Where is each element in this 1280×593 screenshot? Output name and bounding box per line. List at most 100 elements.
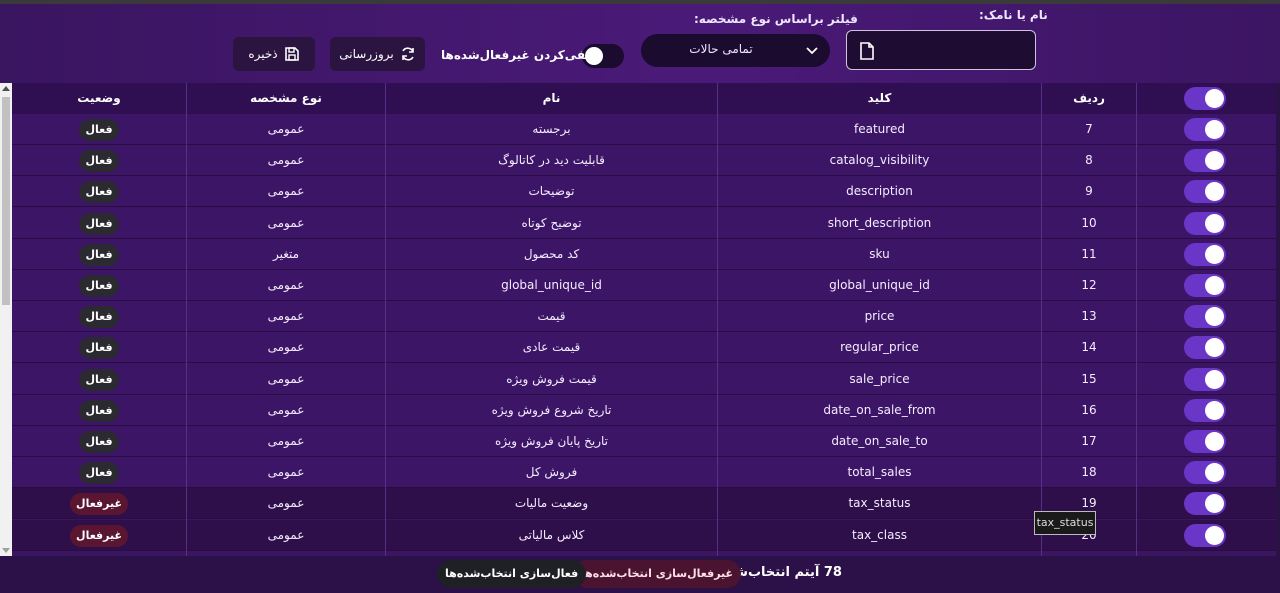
key-cell: tax_status xyxy=(848,496,911,511)
name-cell: global_unique_id xyxy=(501,278,602,292)
table-row[interactable]: فعال عمومی قابلیت دید در کاتالوگ catalog_vi… xyxy=(12,145,1276,177)
status-badge: غیرفعال xyxy=(70,493,128,516)
status-badge: غیرفعال xyxy=(70,524,128,547)
vertical-scrollbar[interactable] xyxy=(0,83,12,556)
row-select-toggle[interactable] xyxy=(1184,367,1226,391)
scroll-thumb[interactable] xyxy=(2,97,10,305)
type-cell: عمومی xyxy=(267,278,305,292)
refresh-label: بروزرسانی xyxy=(339,47,394,61)
type-cell: عمومی xyxy=(267,153,305,168)
key-cell: date_on_sale_to xyxy=(831,434,928,448)
status-badge: فعال xyxy=(79,368,119,391)
column-divider xyxy=(385,83,386,556)
header-key[interactable]: کلید xyxy=(718,83,1041,114)
type-cell: عمومی xyxy=(267,184,305,199)
name-filter-label: نام یا نامک: xyxy=(979,8,1048,22)
column-divider xyxy=(1041,83,1042,556)
toggle-knob xyxy=(1205,432,1224,451)
row-select-toggle[interactable] xyxy=(1184,336,1226,360)
table-row[interactable]: فعال عمومی قیمت price 13 xyxy=(12,301,1276,333)
select-all-toggle[interactable] xyxy=(1184,87,1226,110)
table-row[interactable]: فعال عمومی قیمت عادی regular_price 14 xyxy=(12,332,1276,364)
num-cell: 17 xyxy=(1081,434,1097,448)
save-button[interactable]: ذخیره xyxy=(233,37,315,71)
name-cell: برجسته xyxy=(532,122,571,136)
toggle-knob xyxy=(1205,213,1224,233)
row-select-toggle[interactable] xyxy=(1184,149,1226,173)
table-row[interactable]: فعال عمومی قیمت فروش ویژه sale_price 15 xyxy=(12,363,1276,395)
table-row[interactable]: فعال عمومی تاریخ شروع فروش ویژه date_on_sal… xyxy=(12,394,1276,426)
name-cell: قیمت xyxy=(537,309,566,324)
toolbar: نام یا نامک: فیلتر براساس نوع مشخصه: تما… xyxy=(0,4,1280,83)
refresh-button[interactable]: بروزرسانی xyxy=(330,37,425,71)
attributes-table: وضعیت نوع مشخصه نام کلید ردیف فعال عمومی ب… xyxy=(12,83,1276,556)
table-row[interactable]: فعال متغیر کد محصول sku 11 xyxy=(12,238,1276,270)
header-status[interactable]: وضعیت xyxy=(12,83,186,114)
chevron-down-icon xyxy=(806,47,818,55)
type-cell: عمومی xyxy=(267,402,305,417)
header-name[interactable]: نام xyxy=(386,83,717,114)
row-select-toggle[interactable] xyxy=(1184,274,1226,297)
row-select-toggle[interactable] xyxy=(1184,398,1226,422)
table-row[interactable]: فعال عمومی توضیحات description 9 xyxy=(12,176,1276,208)
row-select-toggle[interactable] xyxy=(1184,242,1226,266)
num-cell: 11 xyxy=(1081,246,1097,261)
status-badge: فعال xyxy=(79,399,119,422)
name-search-input[interactable] xyxy=(883,39,1032,63)
status-cell: فعال xyxy=(12,114,186,145)
header-type[interactable]: نوع مشخصه xyxy=(187,83,385,114)
scroll-up-arrow-icon[interactable] xyxy=(2,86,10,91)
toggle-knob xyxy=(1205,400,1224,420)
column-divider xyxy=(1136,83,1137,556)
toggle-knob xyxy=(1205,151,1224,171)
table-row[interactable]: فعال عمومی تاریخ پایان فروش ویژه date_on_sa… xyxy=(12,426,1276,457)
num-cell: 18 xyxy=(1081,465,1097,480)
status-badge: فعال xyxy=(79,431,119,453)
toggle-knob xyxy=(1205,182,1224,202)
type-cell: عمومی xyxy=(267,122,305,136)
status-cell: فعال xyxy=(12,364,186,395)
key-cell: featured xyxy=(854,122,905,136)
status-badge: فعال xyxy=(79,243,119,266)
row-select-toggle[interactable] xyxy=(1184,305,1226,329)
type-cell: عمومی xyxy=(267,215,305,230)
status-cell: فعال xyxy=(12,145,186,176)
row-select-toggle[interactable] xyxy=(1184,430,1226,453)
table-row[interactable]: فعال عمومی توضیح کوتاه short_description 10 xyxy=(12,207,1276,239)
num-cell: 7 xyxy=(1085,122,1093,136)
key-cell: total_sales xyxy=(847,465,912,480)
scroll-down-arrow-icon[interactable] xyxy=(2,548,10,553)
row-select-toggle[interactable] xyxy=(1184,118,1226,141)
status-cell: فعال xyxy=(12,176,186,207)
table-row[interactable]: فعال عمومی برجسته featured 7 xyxy=(12,114,1276,145)
status-cell: فعال xyxy=(12,457,186,488)
type-cell: عمومی xyxy=(267,340,305,355)
hide-inactive-label: مخفی‌کردن غیرفعال‌شده‌ها xyxy=(441,48,602,62)
row-select-toggle[interactable] xyxy=(1184,180,1226,204)
toggle-knob xyxy=(1205,307,1224,327)
name-cell: قابلیت دید در کاتالوگ xyxy=(498,153,605,168)
status-cell: فعال xyxy=(12,332,186,363)
row-select-toggle[interactable] xyxy=(1184,461,1226,485)
key-tooltip: tax_status xyxy=(1034,511,1096,535)
name-cell: توضیح کوتاه xyxy=(521,215,582,230)
name-cell: تاریخ شروع فروش ویژه xyxy=(491,402,612,417)
row-select-toggle[interactable] xyxy=(1184,211,1226,235)
table-row[interactable]: فعال عمومی فروش کل total_sales 18 xyxy=(12,457,1276,489)
header-row-number[interactable]: ردیف xyxy=(1042,83,1136,114)
key-cell: sale_price xyxy=(849,371,910,386)
status-badge: فعال xyxy=(79,275,119,297)
key-cell: global_unique_id xyxy=(829,278,930,292)
name-cell: کلاس مالیاتی xyxy=(518,527,585,542)
table-row[interactable]: فعال عمومی global_unique_id global_unique_i… xyxy=(12,270,1276,301)
disable-selected-button[interactable]: غیرفعال‌سازی انتخاب‌شده‌ها xyxy=(573,560,742,588)
toggle-knob xyxy=(1205,494,1224,514)
row-select-toggle[interactable] xyxy=(1184,492,1226,516)
toggle-knob xyxy=(1205,369,1224,389)
name-search-field[interactable] xyxy=(846,30,1036,70)
status-badge: فعال xyxy=(79,306,119,329)
enable-selected-button[interactable]: فعال‌سازی انتخاب‌شده‌ها xyxy=(437,560,587,588)
name-cell: قیمت فروش ویژه xyxy=(506,371,597,386)
row-select-toggle[interactable] xyxy=(1184,523,1226,547)
type-filter-select[interactable]: تمامی حالات xyxy=(641,34,830,67)
